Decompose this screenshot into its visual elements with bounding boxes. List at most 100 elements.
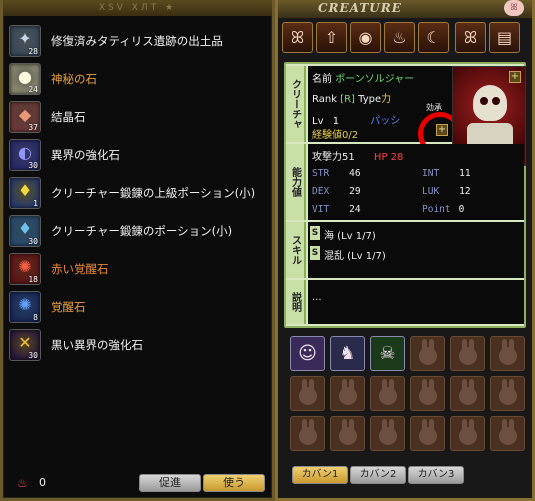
level-up-icon[interactable]: ⇧ <box>316 22 347 53</box>
empty-slot[interactable] <box>290 416 325 451</box>
item-name: 覚醒石 <box>51 300 86 314</box>
str-value: 46 <box>349 168 361 179</box>
bunny-placeholder-icon <box>379 419 397 445</box>
inventory-item[interactable]: ◐ 30 異界の強化石 <box>9 136 269 174</box>
item-name: 神秘の石 <box>51 72 97 86</box>
skill-slot-marker: S <box>310 226 320 240</box>
inventory-item[interactable]: ◆ 37 結晶石 <box>9 98 269 136</box>
crystal-stone-icon[interactable]: ◆ 37 <box>9 101 41 133</box>
inventory-item[interactable]: ✕ 30 黒い異界の強化石 <box>9 326 269 364</box>
tab-creature-basic[interactable]: クリーチャ <box>286 66 306 142</box>
bunny-placeholder-icon <box>499 379 517 405</box>
potion-icon: ♨ <box>17 476 28 490</box>
empty-slot[interactable] <box>290 376 325 411</box>
empty-slot[interactable] <box>490 376 525 411</box>
training-potion-icon[interactable]: ♦ 30 <box>9 215 41 247</box>
vortex-icon[interactable]: ◉ <box>350 22 381 53</box>
advanced-potion-icon[interactable]: ♦ 1 <box>9 177 41 209</box>
red-awaken-stone-icon[interactable]: ✺ 18 <box>9 253 41 285</box>
empty-slot[interactable] <box>450 416 485 451</box>
bag-tab-1[interactable]: カバン1 <box>292 466 348 484</box>
bone-soldier-creature-icon[interactable]: ☠ <box>370 336 405 371</box>
empty-slot[interactable] <box>370 376 405 411</box>
empty-slot[interactable] <box>450 376 485 411</box>
hp-label: HP <box>373 152 388 163</box>
mystic-stone-icon[interactable]: ● 24 <box>9 63 41 95</box>
relic-icon[interactable]: ✦ 28 <box>9 25 41 57</box>
creature-stats-section: 攻撃力51 HP 28 STR 46 INT 11 DEX 29 LUK 12 VIT 2… <box>308 144 524 220</box>
bunny-placeholder-icon <box>499 419 517 445</box>
inventory-item[interactable]: ♦ 30 クリーチャー鍛錬のポーション(小) <box>9 212 269 250</box>
bunny-placeholder-icon <box>499 339 517 365</box>
empty-slot[interactable] <box>410 336 445 371</box>
inventory-item[interactable]: ✺ 18 赤い覚醒石 <box>9 250 269 288</box>
hp-value: 28 <box>390 152 404 163</box>
empty-slot[interactable] <box>330 376 365 411</box>
otherworld-stone-icon[interactable]: ◐ 30 <box>9 139 41 171</box>
skill-1[interactable]: 海 (Lv 1/7) <box>324 227 376 242</box>
tab-stats[interactable]: 能力値 <box>286 144 306 220</box>
item-quantity: 30 <box>28 237 38 246</box>
item-name: 黒い異界の強化石 <box>51 338 143 352</box>
use-button[interactable]: 使う <box>203 474 265 492</box>
empty-slot[interactable] <box>490 336 525 371</box>
pig-mascot-icon: ꕤ <box>504 0 524 16</box>
inventory-item[interactable]: ♦ 1 クリーチャー鍛錬の上級ポーション(小) <box>9 174 269 212</box>
empty-slot[interactable] <box>490 416 525 451</box>
portrait-plus-button[interactable]: + <box>509 71 521 83</box>
bunny-placeholder-icon <box>459 339 477 365</box>
int-label: INT <box>422 168 440 179</box>
creature-title: CREATURE <box>318 1 402 15</box>
bunny-placeholder-icon <box>339 419 357 445</box>
type-label: Type <box>358 94 382 105</box>
inventory-item[interactable]: ● 24 神秘の石 <box>9 60 269 98</box>
skin-icon[interactable]: ꕤ <box>455 22 486 53</box>
inventory-item[interactable]: ✦ 28 修復済みタティリス遺跡の出土品 <box>9 22 269 60</box>
inventory-title-bar[interactable]: XSV ХЛT ★ <box>3 0 272 16</box>
name-label: 名前 <box>312 74 332 85</box>
fire-icon[interactable]: ♨ <box>384 22 415 53</box>
tab-skills[interactable]: スキル <box>286 222 306 278</box>
promote-button[interactable]: 促進 <box>139 474 201 492</box>
pig-icon[interactable]: ꕤ <box>282 22 313 53</box>
bag-tabs: カバン1 カバン2 カバン3 <box>292 466 464 484</box>
angel-creature-icon[interactable]: ☺ <box>290 336 325 371</box>
skull-image <box>473 85 507 121</box>
dark-knight-creature-icon[interactable]: ♞ <box>330 336 365 371</box>
empty-slot[interactable] <box>410 376 445 411</box>
item-quantity: 30 <box>28 161 38 170</box>
vit-value: 24 <box>349 204 361 215</box>
money-amount: 0 <box>39 476 46 489</box>
luk-value: 12 <box>459 186 471 197</box>
book-icon[interactable]: ▤ <box>489 22 520 53</box>
creature-title-bar[interactable]: CREATURE ꕤ <box>278 0 532 18</box>
inventory-panel: XSV ХЛT ★ ✦ 28 修復済みタティリス遺跡の出土品 ● 24 神秘の石 ◆ 37 結晶… <box>0 0 275 501</box>
skill-slot-marker: S <box>310 246 320 260</box>
empty-slot[interactable] <box>370 416 405 451</box>
skill-2[interactable]: 混乱 (Lv 1/7) <box>324 247 386 262</box>
inventory-footer: ♨ 0 促進 使う <box>3 468 272 498</box>
angel-creature-icon-glyph: ☺ <box>298 343 317 364</box>
awaken-stone-icon[interactable]: ✺ 8 <box>9 291 41 323</box>
item-name: クリーチャー鍛錬の上級ポーション(小) <box>51 186 256 200</box>
point-label: Point <box>422 204 451 215</box>
passive-label: パッシ <box>370 116 401 127</box>
exp-value: 0/2 <box>342 130 359 141</box>
bag-tab-3[interactable]: カバン3 <box>408 466 464 484</box>
dark-otherworld-stone-icon[interactable]: ✕ 30 <box>9 329 41 361</box>
spirit-icon[interactable]: ☾ <box>418 22 449 53</box>
item-quantity: 28 <box>28 47 38 56</box>
item-quantity: 37 <box>28 123 38 132</box>
bone-soldier-creature-icon-glyph: ☠ <box>379 343 396 364</box>
attack-label: 攻撃力 <box>312 152 342 163</box>
bag-tab-2[interactable]: カバン2 <box>350 466 406 484</box>
attack-value: 51 <box>342 152 355 163</box>
empty-slot[interactable] <box>410 416 445 451</box>
bunny-placeholder-icon <box>419 379 437 405</box>
empty-slot[interactable] <box>450 336 485 371</box>
tab-description[interactable]: 説明 <box>286 280 306 324</box>
rank-label: Rank <box>312 94 337 105</box>
inventory-item[interactable]: ✺ 8 覚醒石 <box>9 288 269 326</box>
creature-basic-section: 名前 ボーンソルジャー Rank [R] Type力 Lv 1 パッシ 経験値0… <box>308 66 462 156</box>
empty-slot[interactable] <box>330 416 365 451</box>
